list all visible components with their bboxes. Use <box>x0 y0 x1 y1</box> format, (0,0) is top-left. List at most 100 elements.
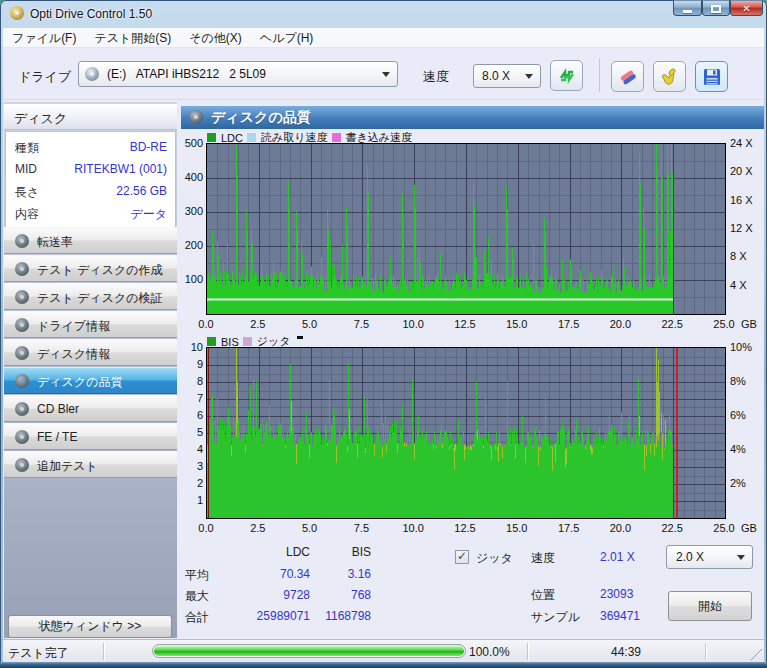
window-title: Opti Drive Control 1.50 <box>30 7 152 21</box>
sidebar-item-4[interactable]: ディスク情報 <box>4 339 177 366</box>
toolbar: ドライブ (E:) ATAPI iHBS212 2 5L09 速度 8.0 X <box>3 48 764 100</box>
sidebar-item-5[interactable]: ディスクの品質 <box>4 367 177 394</box>
menu-item-2[interactable]: その他(X) <box>180 28 251 48</box>
disc-info-row: 種類BD-RE <box>6 136 175 158</box>
axis-tick-label: 400 <box>185 171 203 183</box>
eraser-icon <box>617 67 639 87</box>
disc-icon <box>15 318 29 332</box>
axis-tick-label: 6% <box>730 409 746 421</box>
sidebar-item-2[interactable]: テスト ディスクの検証 <box>4 283 177 310</box>
axis-tick-label: 22.5 <box>658 522 686 534</box>
maximize-button[interactable] <box>702 0 730 16</box>
axis-tick-label: 25.0 <box>710 318 738 330</box>
axis-tick-label: 17.5 <box>555 318 583 330</box>
hand-icon <box>659 66 681 88</box>
floppy-disk-icon <box>702 67 722 87</box>
status-text: テスト完了 <box>8 645 69 662</box>
disc-icon <box>15 262 29 276</box>
jitter-label: ジッタ <box>476 550 513 567</box>
start-button[interactable]: 開始 <box>668 591 752 621</box>
axis-tick-label: 5.0 <box>296 318 324 330</box>
chevron-down-icon <box>737 555 745 560</box>
progress-percent: 100.0% <box>469 645 510 659</box>
hand-button[interactable] <box>653 61 686 92</box>
resize-grip[interactable] <box>750 648 762 660</box>
axis-tick-label: 16 X <box>730 194 753 206</box>
axis-tick-label: 100 <box>185 273 203 285</box>
position-label: 位置 <box>531 587 555 604</box>
axis-tick-label: 20.0 <box>606 318 634 330</box>
disc-icon <box>15 346 29 360</box>
menu-item-3[interactable]: ヘルプ(H) <box>251 28 323 48</box>
axis-tick-label: 7 <box>197 392 203 404</box>
speed2-select[interactable]: 2.0 X <box>666 545 753 569</box>
speed-label: 速度 <box>423 68 449 86</box>
axis-tick-label: 7.5 <box>347 522 375 534</box>
sidebar-item-0[interactable]: 転送率 <box>4 227 177 254</box>
disc-icon <box>15 402 29 416</box>
sidebar: ディスク 種類BD-REMIDRITEKBW1 (001)長さ22.56 GB内… <box>4 102 177 638</box>
chevron-down-icon <box>382 72 390 77</box>
axis-tick-label: 8 <box>197 375 203 387</box>
axis-tick-label: 2.5 <box>244 318 272 330</box>
axis-tick-label: 10 <box>191 341 203 353</box>
save-button[interactable] <box>695 61 728 92</box>
axis-tick-label: 5 <box>197 426 203 438</box>
axis-tick-label: 10.0 <box>399 522 427 534</box>
axis-tick-label: 500 <box>185 137 203 149</box>
axis-tick-label: 25.0 <box>710 522 738 534</box>
axis-tick-label: GB <box>741 318 757 330</box>
axis-tick-label: 20.0 <box>606 522 634 534</box>
disc-icon <box>15 234 29 248</box>
legend-label: LDC <box>221 132 243 144</box>
legend-swatch <box>207 337 216 346</box>
speed-select[interactable]: 8.0 X <box>473 64 541 88</box>
close-button[interactable]: ✕ <box>730 0 763 16</box>
status-window-button[interactable]: 状態ウィンドウ >> <box>8 615 172 638</box>
disc-info-panel: 種類BD-REMIDRITEKBW1 (001)長さ22.56 GB内容データ <box>5 131 176 228</box>
axis-tick-label: 15.0 <box>503 318 531 330</box>
window-bottom-edge <box>0 662 767 668</box>
axis-tick-label: 200 <box>185 239 203 251</box>
axis-tick-label: 24 X <box>730 137 753 149</box>
menu-bar: ファイル(F)テスト開始(S)その他(X)ヘルプ(H) <box>3 28 764 48</box>
sidebar-item-7[interactable]: FE / TE <box>4 423 177 450</box>
speed2-label: 速度 <box>531 550 555 567</box>
main-panel: ディスクの品質 LDC読み取り速度書き込み速度 BISジッタ LDCBIS平均7… <box>179 102 764 665</box>
stats-bis-value: 3.16 <box>261 567 371 581</box>
axis-tick-label: 10.0 <box>399 318 427 330</box>
legend-swatch <box>332 133 341 142</box>
axis-tick-label: 2% <box>730 477 746 489</box>
refresh-arrows-icon <box>557 66 577 86</box>
disc-icon <box>15 374 29 388</box>
axis-tick-label: 9 <box>197 358 203 370</box>
legend-swatch <box>207 133 216 142</box>
axis-tick-label: GB <box>741 522 757 534</box>
axis-tick-label: 0.0 <box>192 318 220 330</box>
sidebar-item-1[interactable]: テスト ディスクの作成 <box>4 255 177 282</box>
minimize-button[interactable] <box>673 0 702 16</box>
jitter-checkbox[interactable] <box>455 550 469 564</box>
axis-tick-label: 3 <box>197 460 203 472</box>
main-header: ディスクの品質 <box>181 106 764 129</box>
stats-col-bis: BIS <box>261 545 371 559</box>
axis-tick-label: 20 X <box>730 165 753 177</box>
sidebar-item-3[interactable]: ドライブ情報 <box>4 311 177 338</box>
legend-swatch <box>247 133 256 142</box>
sidebar-item-6[interactable]: CD Bler <box>4 395 177 422</box>
drive-label: ドライブ <box>18 68 71 86</box>
disc-info-row: 内容データ <box>6 202 175 224</box>
refresh-button[interactable] <box>550 60 583 91</box>
menu-item-1[interactable]: テスト開始(S) <box>85 28 180 48</box>
stats-bis-value: 1168798 <box>261 609 371 623</box>
axis-tick-label: 4 X <box>730 279 747 291</box>
app-window: Opti Drive Control 1.50 ✕ ファイル(F)テスト開始(S… <box>0 0 767 668</box>
sidebar-item-8[interactable]: 追加テスト <box>4 451 177 478</box>
erase-button[interactable] <box>611 61 644 92</box>
axis-tick-label: 2.5 <box>244 522 272 534</box>
drive-select[interactable]: (E:) ATAPI iHBS212 2 5L09 <box>78 61 398 87</box>
axis-tick-label: 4% <box>730 443 746 455</box>
title-bar[interactable]: Opti Drive Control 1.50 ✕ <box>0 0 767 28</box>
menu-item-0[interactable]: ファイル(F) <box>3 28 85 48</box>
status-bar: テスト完了 100.0% 44:39 <box>3 639 764 662</box>
